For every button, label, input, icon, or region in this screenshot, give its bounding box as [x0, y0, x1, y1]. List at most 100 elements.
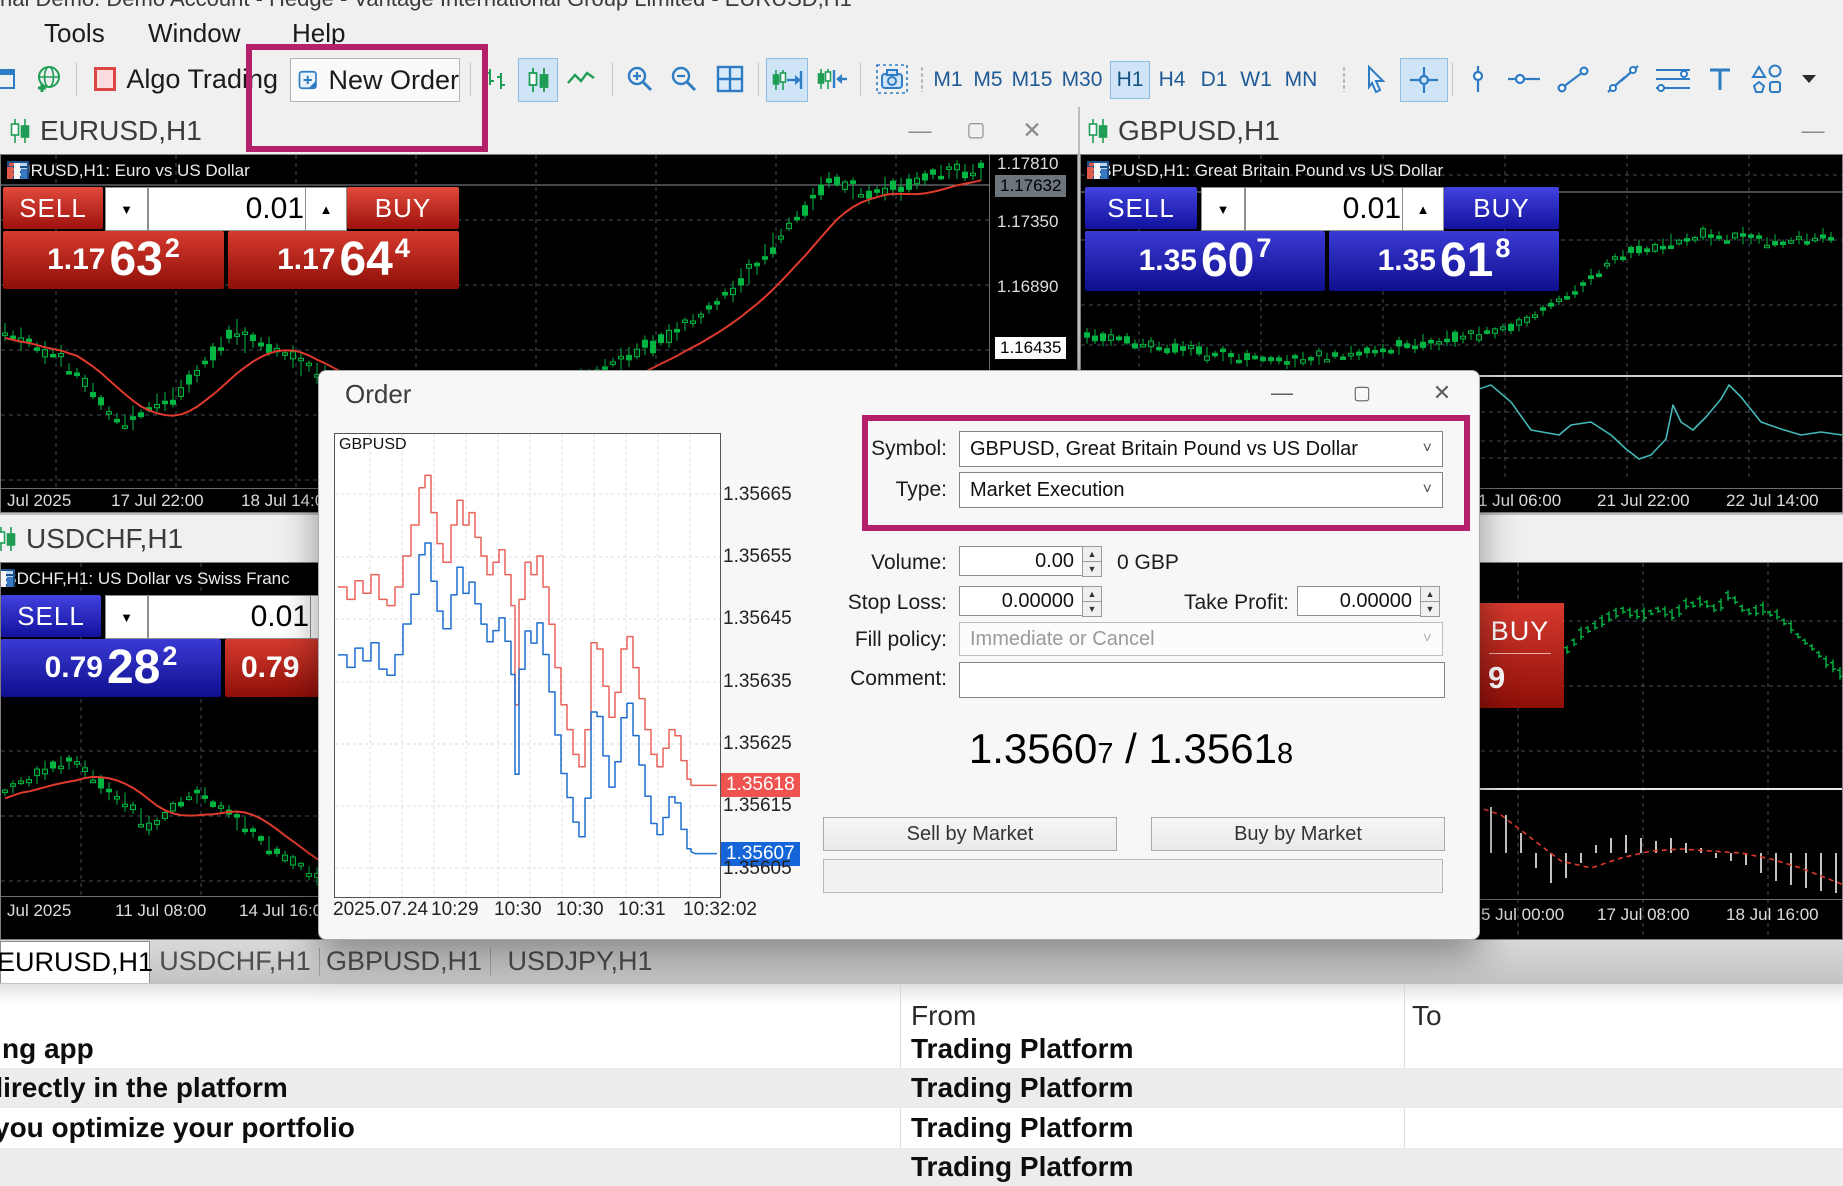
shapes-icon: [1750, 63, 1784, 95]
line-chart-type-button[interactable]: [562, 58, 600, 100]
toolbar-drag-handle[interactable]: [920, 66, 924, 92]
candlestick-chart-type-button[interactable]: [518, 58, 558, 102]
bottom-table: From To ng app Trading Platform directly…: [0, 984, 1843, 1186]
tab-usdjpy[interactable]: USDJPY,H1: [494, 941, 666, 982]
table-row[interactable]: ng app Trading Platform: [0, 1030, 1843, 1068]
toolbar-separator: [612, 62, 613, 96]
gbpusd-volume-input[interactable]: 0.01: [1245, 187, 1412, 231]
minimize-icon[interactable]: —: [905, 117, 935, 144]
fibonacci-tool[interactable]: [1650, 58, 1696, 100]
window-titlebar: nal Demo: Demo Account - Hedge - Vantage…: [0, 0, 1843, 12]
algo-trading-button[interactable]: Algo Trading: [88, 58, 278, 100]
new-order-button[interactable]: New Order: [290, 58, 460, 102]
zoom-in-button[interactable]: [622, 58, 658, 100]
hline-icon: [1506, 67, 1542, 91]
gbpusd-volume-up[interactable]: ▲: [1402, 187, 1444, 231]
screenshot-button[interactable]: [872, 58, 912, 100]
timeframe-m5[interactable]: M5: [968, 61, 1008, 99]
buy-by-market-button[interactable]: Buy by Market: [1151, 817, 1445, 851]
gbpusd-buy-price[interactable]: 1.35618: [1329, 231, 1559, 291]
tab-eurusd[interactable]: EURUSD,H1: [0, 941, 150, 983]
usdjpy-buy-button[interactable]: BUY 9: [1476, 603, 1564, 708]
table-row[interactable]: you optimize your portfolio Trading Plat…: [0, 1108, 1843, 1148]
volume-input[interactable]: 0.00: [959, 546, 1083, 576]
usdchf-sell-button[interactable]: SELL: [1, 595, 101, 637]
auto-scroll-button[interactable]: [812, 58, 852, 100]
tile-windows-button[interactable]: [712, 58, 748, 100]
bid-price-badge: 1.17632: [995, 175, 1066, 197]
gbpusd-buy-button[interactable]: BUY: [1444, 187, 1559, 229]
usdchf-volume-input[interactable]: 0.01: [148, 595, 320, 639]
tab-gbpusd[interactable]: GBPUSD,H1: [322, 941, 486, 982]
tick-x-label: 10:31: [618, 899, 666, 921]
fibo-lines-icon: [1654, 64, 1692, 94]
shapes-tool[interactable]: [1744, 58, 1790, 100]
vertical-line-tool[interactable]: [1458, 58, 1498, 100]
tick-y-label: 1.35635: [723, 671, 792, 693]
usdchf-sell-price[interactable]: 0.79282: [1, 639, 221, 697]
comment-input[interactable]: [959, 662, 1445, 698]
toolbar-drag-handle[interactable]: [1342, 66, 1346, 92]
eurusd-sell-button[interactable]: SELL: [3, 187, 103, 229]
close-icon[interactable]: ✕: [1017, 117, 1047, 144]
close-icon[interactable]: ✕: [1419, 377, 1465, 409]
stop-loss-spinner[interactable]: ▲▼: [1082, 586, 1102, 616]
eurusd-buy-button[interactable]: BUY: [347, 187, 459, 229]
gbpusd-volume-dropdown[interactable]: ▼: [1201, 187, 1245, 231]
take-profit-spinner[interactable]: ▲▼: [1420, 586, 1440, 616]
eurusd-volume-input[interactable]: 0.01: [148, 187, 315, 231]
type-select[interactable]: Market Execution˅: [959, 472, 1443, 508]
maximize-icon[interactable]: ▢: [961, 117, 991, 142]
menu-tools[interactable]: Tools: [34, 16, 115, 51]
gbpusd-window-title: GBPUSD,H1: [1118, 115, 1280, 147]
gbpusd-sell-price[interactable]: 1.35607: [1085, 231, 1325, 291]
bar-chart-type-button[interactable]: [478, 58, 514, 100]
timeframe-mn[interactable]: MN: [1278, 61, 1324, 99]
timeframe-m30[interactable]: M30: [1058, 61, 1106, 99]
minimize-icon[interactable]: —: [1259, 377, 1305, 409]
stop-loss-input[interactable]: 0.00000: [959, 586, 1083, 616]
horizontal-line-tool[interactable]: [1502, 58, 1546, 100]
menu-help[interactable]: Help: [282, 16, 355, 51]
sell-by-market-button[interactable]: Sell by Market: [823, 817, 1117, 851]
time-axis-label: 5 Jul 00:00: [1481, 905, 1564, 925]
zoom-out-button[interactable]: [666, 58, 702, 100]
channel-tool[interactable]: [1600, 58, 1646, 100]
timeframe-w1[interactable]: W1: [1236, 61, 1276, 99]
gbpusd-sell-button[interactable]: SELL: [1085, 187, 1197, 229]
eurusd-sell-price[interactable]: 1.17632: [3, 231, 224, 289]
timeframe-h1[interactable]: H1: [1110, 61, 1150, 99]
table-row[interactable]: Trading Platform: [0, 1148, 1843, 1186]
more-tools-dropdown[interactable]: [1794, 58, 1824, 100]
trendline-tool[interactable]: [1550, 58, 1596, 100]
eurusd-titlebar[interactable]: EURUSD,H1 — ▢ ✕: [0, 107, 1078, 154]
menu-window[interactable]: Window: [138, 16, 250, 51]
dialog-quote: 1.35607 / 1.35618: [901, 725, 1361, 773]
table-row[interactable]: directly in the platform Trading Platfor…: [0, 1068, 1843, 1108]
timeframe-h4[interactable]: H4: [1152, 61, 1192, 99]
tile-windows-icon: [715, 64, 745, 94]
cut-toolbar-icon[interactable]: [0, 58, 18, 100]
usdchf-volume-dropdown[interactable]: ▼: [105, 595, 148, 639]
crosshair-tool-button[interactable]: [1400, 58, 1448, 102]
minimize-icon[interactable]: —: [1798, 117, 1828, 144]
expert-advisors-button[interactable]: [26, 58, 70, 100]
timeframe-m1[interactable]: M1: [928, 61, 968, 99]
take-profit-input[interactable]: 0.00000: [1297, 586, 1421, 616]
text-tool[interactable]: [1700, 58, 1740, 100]
timeframe-m15[interactable]: M15: [1008, 61, 1056, 99]
eurusd-volume-up[interactable]: ▲: [305, 187, 347, 231]
channel-icon: [1605, 64, 1641, 94]
symbol-select[interactable]: GBPUSD, Great Britain Pound vs US Dollar…: [959, 431, 1443, 467]
bars-icon: [482, 65, 510, 93]
volume-spinner[interactable]: ▲▼: [1082, 546, 1102, 576]
toolbar-separator: [76, 62, 77, 96]
tab-usdchf[interactable]: USDCHF,H1: [155, 941, 315, 982]
timeframe-d1[interactable]: D1: [1194, 61, 1234, 99]
cursor-tool-button[interactable]: [1356, 58, 1396, 100]
eurusd-volume-dropdown[interactable]: ▼: [105, 187, 148, 231]
eurusd-buy-price[interactable]: 1.17644: [228, 231, 459, 289]
chart-shift-button[interactable]: [766, 58, 808, 102]
gbpusd-titlebar[interactable]: GBPUSD,H1 —: [1080, 107, 1843, 154]
maximize-icon[interactable]: ▢: [1339, 377, 1385, 409]
